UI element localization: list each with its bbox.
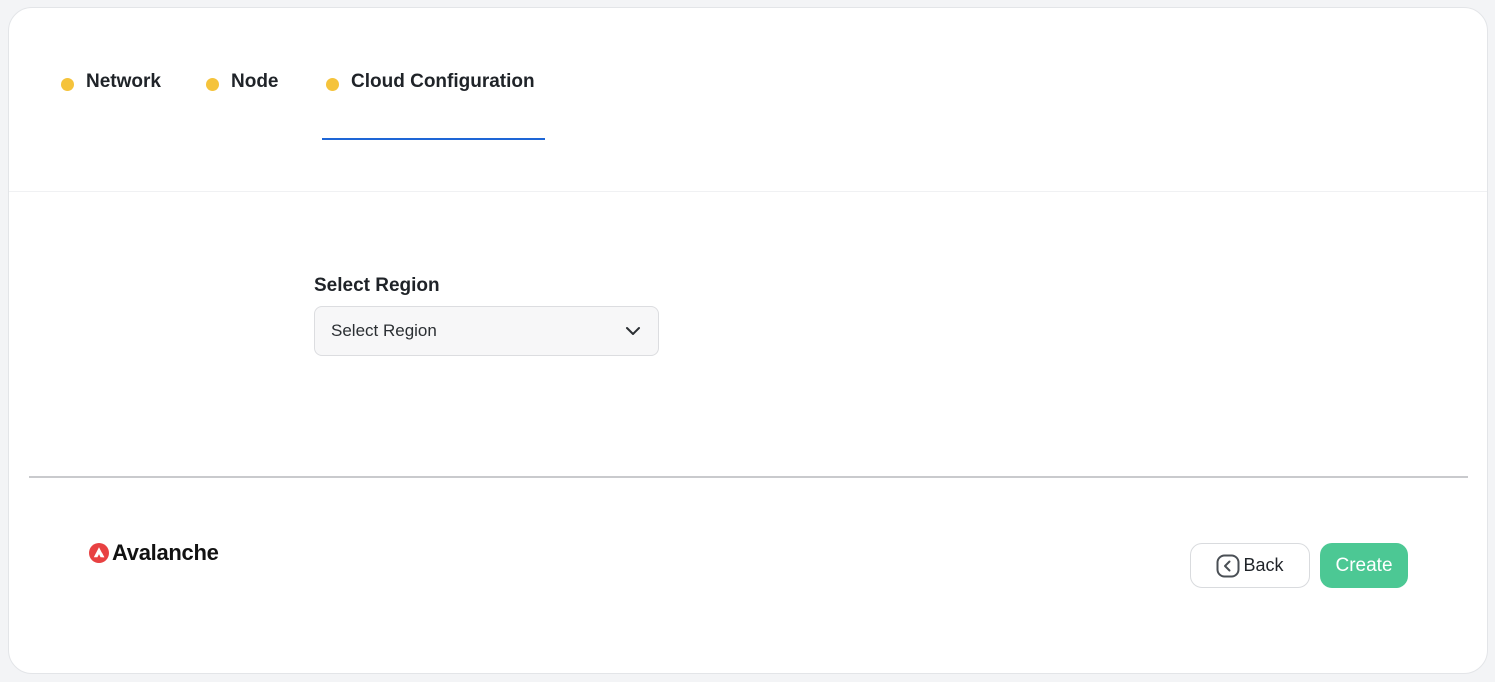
active-tab-indicator bbox=[322, 138, 545, 140]
tab-cloud-configuration[interactable]: Cloud Configuration bbox=[322, 68, 545, 140]
footer-divider bbox=[29, 476, 1468, 478]
stepper-tabs: Network Node Cloud Configuration bbox=[9, 8, 1487, 192]
step-status-dot bbox=[326, 78, 339, 91]
back-button-label: Back bbox=[1243, 555, 1284, 575]
create-button-label: Create bbox=[1335, 554, 1393, 576]
tab-label: Node bbox=[231, 71, 279, 92]
tab-label: Cloud Configuration bbox=[351, 71, 535, 92]
chevron-down-icon bbox=[624, 322, 642, 340]
tab-label: Network bbox=[86, 71, 161, 92]
region-select[interactable]: Select Region bbox=[314, 306, 659, 356]
tab-network[interactable]: Network bbox=[61, 68, 181, 140]
tab-node[interactable]: Node bbox=[206, 68, 296, 140]
cloud-config-panel: Network Node Cloud Configuration Select … bbox=[8, 7, 1488, 674]
brand-logo: Avalanche bbox=[89, 540, 219, 566]
brand-name: Avalanche bbox=[112, 540, 219, 565]
back-button[interactable]: Back bbox=[1190, 543, 1310, 588]
chevron-left-icon bbox=[1216, 554, 1240, 578]
create-button[interactable]: Create bbox=[1320, 543, 1408, 588]
step-status-dot bbox=[61, 78, 74, 91]
region-select-value: Select Region bbox=[331, 321, 437, 340]
step-status-dot bbox=[206, 78, 219, 91]
region-field-label: Select Region bbox=[314, 275, 440, 296]
avalanche-logo-icon bbox=[89, 543, 109, 563]
